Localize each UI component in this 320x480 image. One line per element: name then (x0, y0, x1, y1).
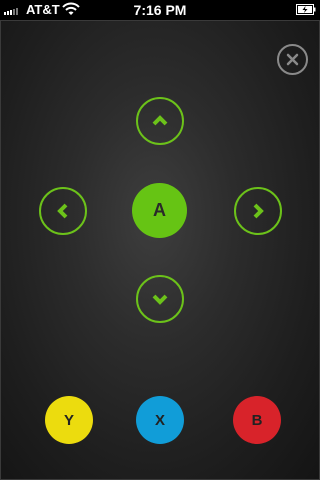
y-button[interactable]: Y (45, 396, 93, 444)
x-button[interactable]: X (136, 396, 184, 444)
y-button-label: Y (63, 411, 74, 429)
b-button-label: B (251, 411, 263, 429)
a-button-label: A (153, 200, 166, 220)
b-button[interactable]: B (233, 396, 281, 444)
chevron-right-icon (253, 203, 264, 219)
close-icon (286, 53, 299, 66)
a-button[interactable]: A (132, 183, 187, 238)
dpad-down-button[interactable] (136, 275, 184, 323)
chevron-up-icon (152, 115, 168, 126)
chevron-left-icon (57, 203, 68, 219)
dpad-right-button[interactable] (234, 187, 282, 235)
x-button-label: X (154, 411, 165, 429)
status-time: 7:16 PM (133, 2, 187, 18)
dpad-left-button[interactable] (39, 187, 87, 235)
controller-panel: A Y X B (0, 20, 320, 480)
dpad-up-button[interactable] (136, 97, 184, 145)
status-bar: AT&T 7:16 PM (0, 0, 320, 20)
remote-controller-screen: AT&T 7:16 PM A Y X B (0, 0, 320, 480)
close-button[interactable] (277, 44, 308, 75)
battery-charging-icon (296, 4, 316, 15)
chevron-down-icon (152, 294, 168, 305)
